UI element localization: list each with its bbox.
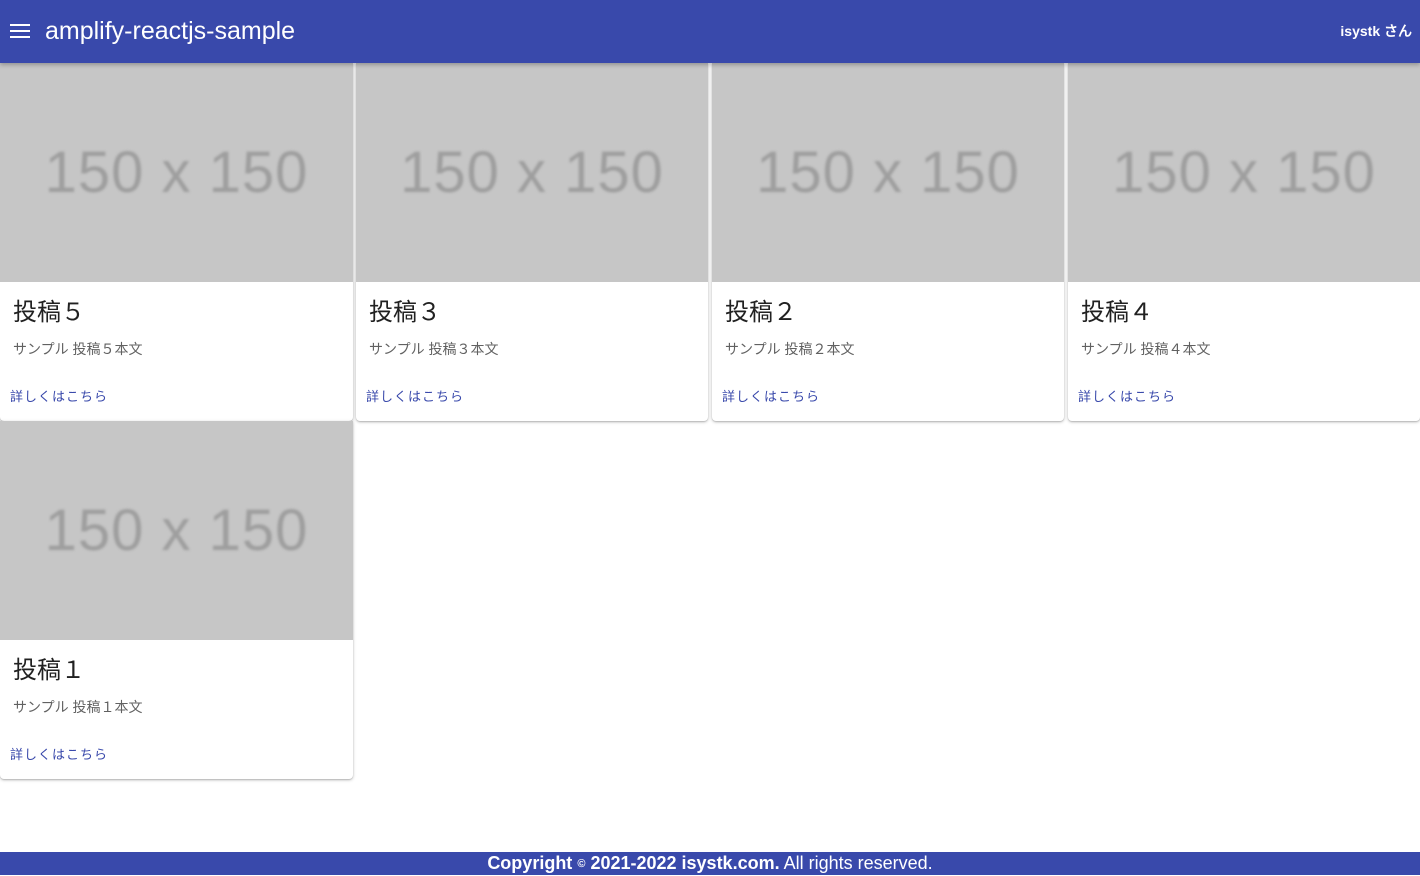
post-detail-link[interactable]: 詳しくはこちら: [10, 746, 108, 764]
footer: Copyright © 2021-2022 isystk.com. All ri…: [0, 852, 1420, 875]
post-image-placeholder-text: 150 x 150: [400, 140, 664, 205]
footer-copyright-word: Copyright: [487, 853, 573, 873]
app-title: amplify-reactjs-sample: [45, 17, 296, 45]
footer-years-site: 2021-2022 isystk.com.: [590, 853, 780, 873]
post-image[interactable]: 150 x 150: [712, 63, 1064, 282]
post-detail-link[interactable]: 詳しくはこちら: [366, 388, 464, 406]
menu-icon-bar: [10, 30, 30, 32]
post-body: サンプル 投稿３本文: [369, 341, 499, 357]
post-image[interactable]: 150 x 150: [0, 421, 353, 640]
app-bar: amplify-reactjs-sample isystk さん: [0, 0, 1420, 63]
post-image[interactable]: 150 x 150: [0, 63, 353, 282]
post-title: 投稿１: [13, 657, 85, 684]
post-title: 投稿２: [725, 299, 797, 326]
post-title: 投稿３: [369, 299, 441, 326]
menu-icon-bar: [10, 36, 30, 38]
user-menu[interactable]: isystk さん: [1340, 22, 1412, 40]
post-body: サンプル 投稿４本文: [1081, 341, 1211, 357]
post-card: 150 x 150 投稿４ サンプル 投稿４本文 詳しくはこちら: [1068, 63, 1420, 421]
post-image-placeholder-text: 150 x 150: [44, 140, 309, 205]
post-detail-link[interactable]: 詳しくはこちら: [722, 388, 820, 406]
post-title: 投稿５: [13, 299, 85, 326]
post-body: サンプル 投稿２本文: [725, 341, 855, 357]
post-image[interactable]: 150 x 150: [356, 63, 708, 282]
menu-icon[interactable]: [10, 20, 32, 42]
post-detail-link[interactable]: 詳しくはこちら: [1078, 388, 1176, 406]
post-card: 150 x 150 投稿１ サンプル 投稿１本文 詳しくはこちら: [0, 421, 353, 779]
menu-icon-bar: [10, 24, 30, 26]
post-card: 150 x 150 投稿２ サンプル 投稿２本文 詳しくはこちら: [712, 63, 1064, 421]
post-image-placeholder-text: 150 x 150: [1112, 140, 1376, 205]
copyright-symbol: ©: [577, 857, 586, 870]
post-image-placeholder-text: 150 x 150: [44, 498, 309, 563]
post-image-placeholder-text: 150 x 150: [756, 140, 1020, 205]
post-body: サンプル 投稿１本文: [13, 699, 143, 715]
post-body: サンプル 投稿５本文: [13, 341, 143, 357]
post-detail-link[interactable]: 詳しくはこちら: [10, 388, 108, 406]
footer-rights: All rights reserved.: [783, 853, 933, 873]
post-card: 150 x 150 投稿５ サンプル 投稿５本文 詳しくはこちら: [0, 63, 353, 421]
post-card: 150 x 150 投稿３ サンプル 投稿３本文 詳しくはこちら: [356, 63, 708, 421]
post-image[interactable]: 150 x 150: [1068, 63, 1420, 282]
post-title: 投稿４: [1081, 299, 1153, 326]
